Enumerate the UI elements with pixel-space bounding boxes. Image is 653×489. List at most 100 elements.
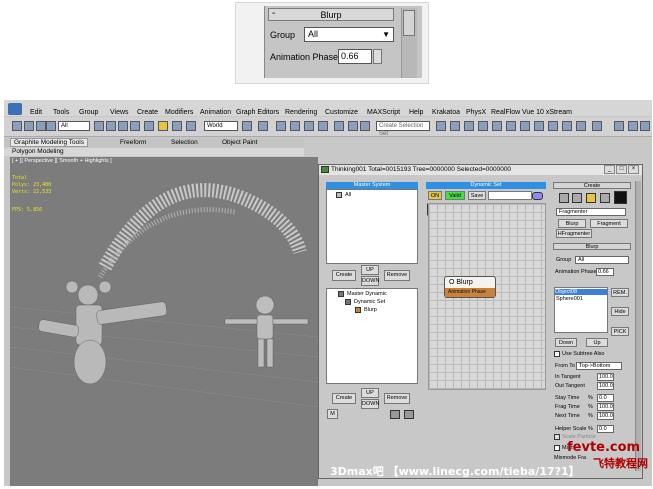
perspective-viewport[interactable]	[9, 157, 319, 486]
out-tangent-input[interactable]: 100.0	[597, 382, 614, 390]
toolbar-icon-d[interactable]	[592, 121, 602, 131]
minimize-button[interactable]: _	[604, 165, 615, 174]
menu-maxscript[interactable]: MAXScript	[367, 109, 400, 116]
menu-edit[interactable]: Edit	[30, 109, 42, 116]
valid-indicator[interactable]: Valid	[445, 191, 465, 200]
toolbar-icon-b[interactable]	[562, 121, 572, 131]
next-time-input[interactable]: 100.0	[597, 412, 614, 420]
toolbar-icon-e[interactable]	[614, 121, 624, 131]
blurp-node-port[interactable]: Animation Phase	[445, 288, 495, 297]
menu-krakatoa[interactable]: Krakatoa	[432, 109, 460, 116]
subtab-polygon-modeling[interactable]: Polygon Modeling	[12, 148, 64, 155]
fragment-type-button[interactable]: Fragment	[590, 219, 628, 228]
tab-selection[interactable]: Selection	[171, 139, 198, 146]
material-editor-icon[interactable]	[492, 121, 502, 131]
graphite-toggle-icon[interactable]	[450, 121, 460, 131]
expand-icon[interactable]	[532, 192, 543, 200]
operator-icon-search[interactable]	[600, 193, 610, 203]
pick-button[interactable]: PICK	[611, 327, 629, 336]
animation-phase-spinner[interactable]	[373, 49, 382, 64]
menu-group[interactable]: Group	[79, 109, 98, 116]
on-toggle[interactable]: ON	[428, 191, 442, 200]
selection-set-input[interactable]: Create Selection Set	[376, 121, 430, 137]
scale-particle-checkbox[interactable]	[554, 434, 560, 440]
tree-blurp[interactable]: Blurp	[364, 307, 377, 313]
create-button[interactable]: Create	[332, 270, 356, 281]
angle-snap-icon[interactable]	[290, 121, 300, 131]
blurp-rollout-header[interactable]: - Blurp	[268, 8, 394, 21]
matt-checkbox[interactable]	[554, 445, 560, 451]
frag-time-input[interactable]: 100.0	[597, 403, 614, 411]
up-button-2[interactable]: UP	[361, 388, 379, 398]
toolbar-icon-f[interactable]	[628, 121, 638, 131]
rem-button[interactable]: REM.	[611, 288, 629, 297]
fragmenter-dropdown[interactable]: Fragmenter	[556, 208, 626, 216]
menu-vue-xstream[interactable]: Vue 10 xStream	[522, 109, 572, 116]
toolbar-icon-a[interactable]	[548, 121, 558, 131]
render-setup-icon[interactable]	[506, 121, 516, 131]
create-button-2[interactable]: Create	[332, 393, 356, 404]
save-name-input[interactable]	[488, 191, 532, 200]
menu-animation[interactable]: Animation	[200, 109, 231, 116]
panel-anim-phase-input[interactable]: 0.66	[596, 268, 614, 276]
app-logo-icon[interactable]	[8, 103, 22, 115]
blurp-rollout-header-panel[interactable]: Blurp	[553, 243, 631, 250]
rotate-icon[interactable]	[172, 121, 182, 131]
in-tangent-input[interactable]: 100.0	[597, 373, 614, 381]
hfragmenter-type-button[interactable]: HFragmenter	[556, 229, 592, 238]
operator-icon-b[interactable]	[572, 193, 582, 203]
window-crossing-icon[interactable]	[130, 121, 140, 131]
rendered-frame-icon[interactable]	[520, 121, 530, 131]
scale-icon[interactable]	[186, 121, 196, 131]
align-icon[interactable]	[360, 121, 370, 131]
render-icon[interactable]	[534, 121, 544, 131]
menu-graph-editors[interactable]: Graph Editors	[236, 109, 279, 116]
mirror-icon[interactable]	[348, 121, 358, 131]
tree-dynamic-set[interactable]: Dynamic Set	[354, 299, 385, 305]
hide-button[interactable]: Hide	[611, 307, 629, 316]
animation-phase-input[interactable]: 0.66	[338, 49, 372, 64]
menu-create[interactable]: Create	[137, 109, 158, 116]
reference-coord-dropdown[interactable]: World	[204, 121, 238, 131]
paste-icon[interactable]	[404, 410, 414, 419]
tab-object-paint[interactable]: Object Paint	[222, 139, 257, 146]
helper-scale-input[interactable]: 0.0	[597, 425, 614, 433]
menu-help[interactable]: Help	[409, 109, 423, 116]
master-item-all[interactable]: All	[345, 192, 351, 198]
unlink-icon[interactable]	[46, 121, 56, 131]
toolbar-icon-c[interactable]	[576, 121, 586, 131]
use-subtree-checkbox[interactable]	[554, 351, 560, 357]
list-up-button[interactable]: Up	[586, 338, 608, 347]
menu-tools[interactable]: Tools	[53, 109, 69, 116]
menu-realflow[interactable]: RealFlow	[491, 109, 520, 116]
remove-button[interactable]: Remove	[384, 270, 410, 281]
list-down-button[interactable]: Down	[555, 338, 577, 347]
object-item-selected[interactable]: Object08	[555, 289, 607, 295]
snap-toggle-icon[interactable]	[276, 121, 286, 131]
undo-icon[interactable]	[12, 121, 22, 131]
create-rollout-header[interactable]: Create	[553, 182, 631, 189]
spinner-snap-icon[interactable]	[318, 121, 328, 131]
stay-time-input[interactable]: 0.0	[597, 394, 614, 402]
close-button[interactable]: ×	[628, 165, 639, 174]
group-dropdown[interactable]: All ▼	[304, 27, 394, 42]
select-by-name-icon[interactable]	[106, 121, 116, 131]
m-button[interactable]: M	[327, 409, 338, 419]
maximize-button[interactable]: □	[616, 165, 627, 174]
pivot-icon[interactable]	[242, 121, 252, 131]
rect-selection-icon[interactable]	[118, 121, 128, 131]
save-button[interactable]: Save	[468, 191, 486, 200]
zoom-scrollbar-thumb[interactable]	[403, 10, 415, 36]
from-to-dropdown[interactable]: Top->Bottom	[576, 362, 622, 370]
operator-icon-cube[interactable]	[614, 191, 627, 204]
menu-views[interactable]: Views	[110, 109, 129, 116]
schematic-view-icon[interactable]	[478, 121, 488, 131]
properties-scrollbar[interactable]	[635, 181, 641, 471]
menu-modifiers[interactable]: Modifiers	[165, 109, 193, 116]
down-button-2[interactable]: DOWN	[361, 399, 379, 409]
redo-icon[interactable]	[24, 121, 34, 131]
remove-button-2[interactable]: Remove	[384, 393, 410, 404]
menu-rendering[interactable]: Rendering	[285, 109, 317, 116]
operator-icon-a[interactable]	[559, 193, 569, 203]
blurp-type-button[interactable]: Blurp	[558, 219, 586, 228]
